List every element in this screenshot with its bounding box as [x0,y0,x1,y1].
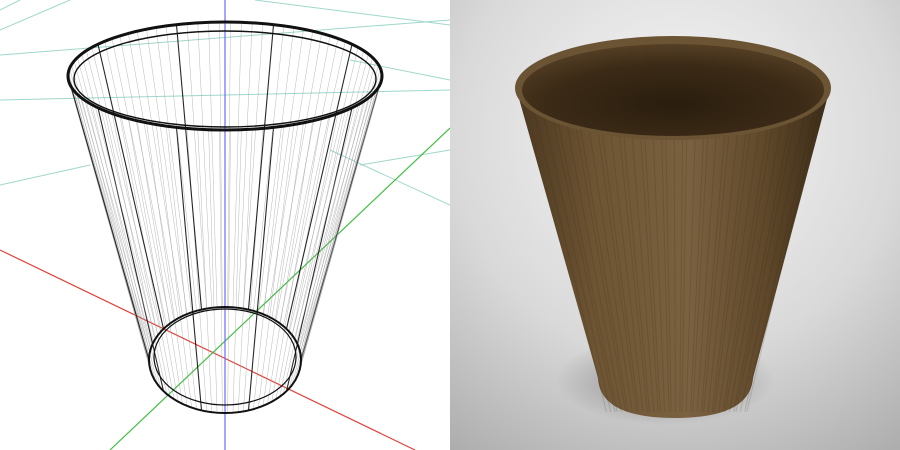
wireframe-viewport [0,0,450,450]
rendered-viewport [450,0,900,450]
viewer-stage [0,0,900,450]
wireframe-canvas [0,0,450,450]
render-canvas [450,0,900,450]
wooden-cup-interior [522,44,824,136]
